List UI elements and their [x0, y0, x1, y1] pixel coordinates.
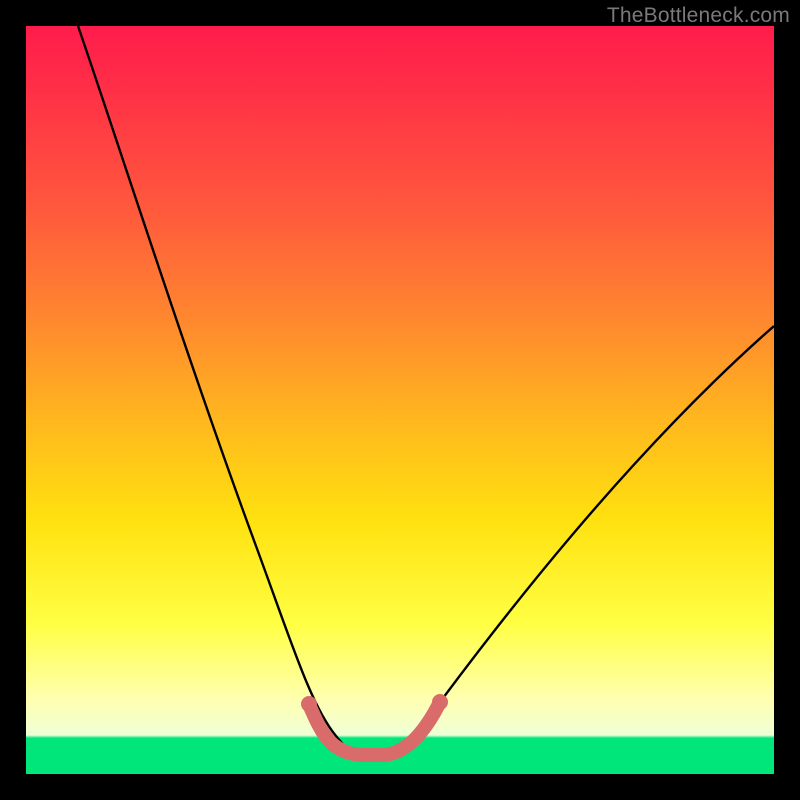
bottleneck-curve [78, 26, 774, 754]
highlight-band [309, 702, 440, 755]
watermark-text: TheBottleneck.com [607, 4, 790, 28]
highlight-end-right [432, 694, 448, 710]
outer-frame: TheBottleneck.com [0, 0, 800, 800]
plot-area [26, 26, 774, 774]
curve-layer [26, 26, 774, 774]
highlight-end-left [301, 696, 317, 712]
